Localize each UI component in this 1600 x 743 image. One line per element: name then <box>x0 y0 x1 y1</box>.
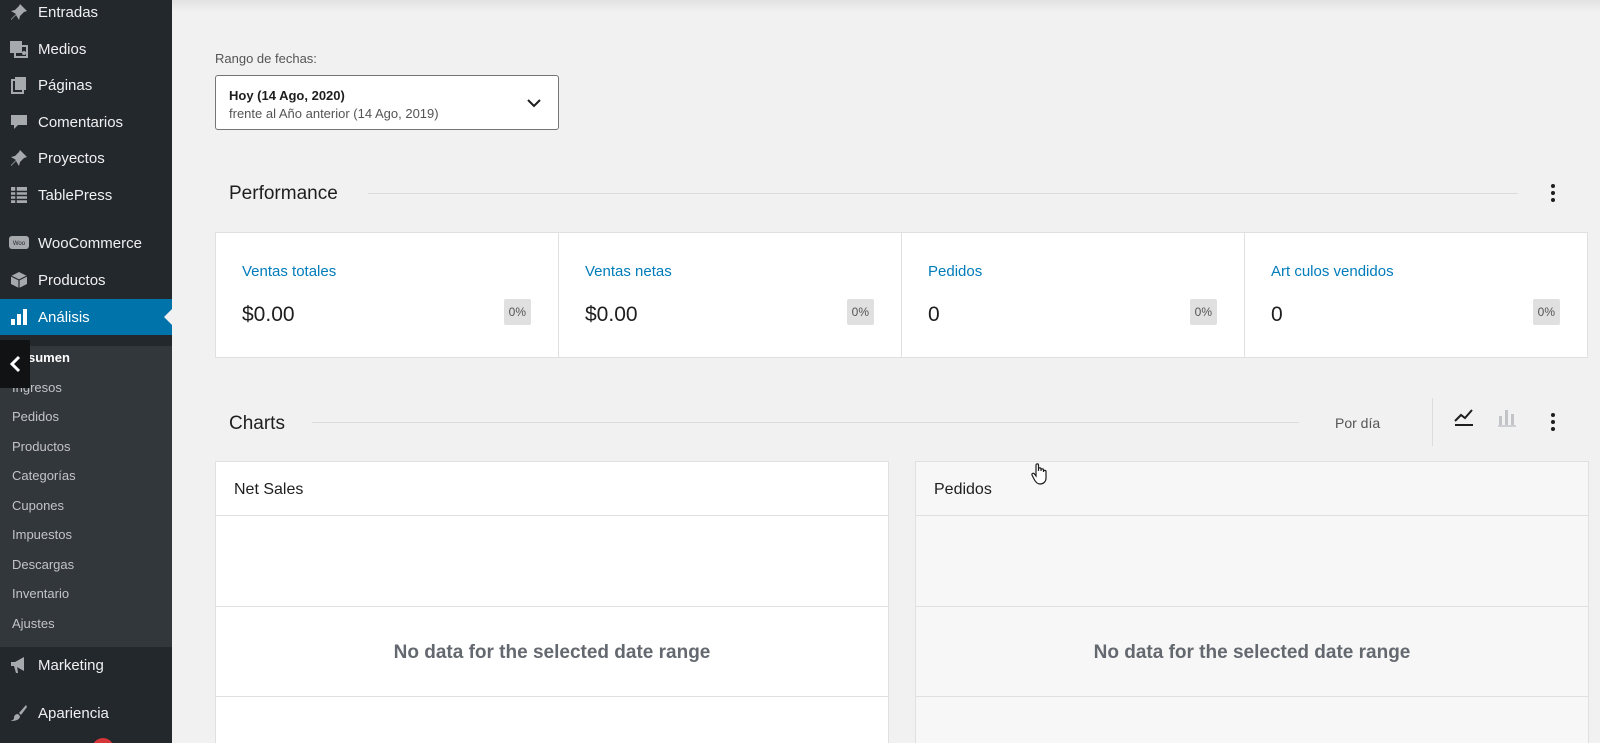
submenu-descargas[interactable]: Descargas <box>12 557 74 572</box>
pin-icon <box>8 148 30 168</box>
date-range-label: Rango de fechas: <box>215 51 317 66</box>
brush-icon <box>8 703 30 723</box>
submenu-pedidos[interactable]: Pedidos <box>12 409 59 424</box>
performance-menu-icon[interactable] <box>1543 181 1563 205</box>
pin-icon <box>8 2 30 22</box>
performance-title: Performance <box>229 183 338 204</box>
media-icon <box>8 39 30 59</box>
menu-label: Medios <box>38 40 87 58</box>
menu-label: Análisis <box>38 308 90 326</box>
menu-proyectos[interactable]: Proyectos <box>0 140 172 176</box>
menu-label: Productos <box>38 271 106 289</box>
perf-card-ventas-netas[interactable]: Ventas netas $0.00 0% <box>559 233 902 357</box>
top-shadow <box>172 0 1600 12</box>
charts-menu-icon[interactable] <box>1543 410 1563 434</box>
svg-text:Woo: Woo <box>13 241 26 247</box>
pages-icon <box>8 75 30 95</box>
menu-label: Apariencia <box>38 704 109 722</box>
chart-card-net-sales: Net Sales No data for the selected date … <box>215 461 889 743</box>
menu-label: Entradas <box>38 3 99 21</box>
line-chart-icon <box>1454 409 1473 426</box>
menu-label: Marketing <box>38 656 104 674</box>
interval-select[interactable]: Por día <box>1335 415 1380 431</box>
menu-label: WooCommerce <box>38 234 142 252</box>
menu-medios[interactable]: Medios <box>0 31 172 67</box>
perf-card-label: Ventas totales <box>242 263 337 280</box>
perf-card-label: Pedidos <box>928 263 983 280</box>
admin-sidebar: Entradas Medios Páginas Comentarios Proy… <box>0 0 172 743</box>
menu-tablepress[interactable]: TablePress <box>0 177 172 213</box>
menu-entradas[interactable]: Entradas <box>0 0 172 30</box>
perf-card-delta-badge: 0% <box>1189 299 1217 325</box>
submenu-impuestos[interactable]: Impuestos <box>12 527 72 542</box>
table-icon <box>8 185 30 205</box>
perf-card-value: 0 <box>1271 303 1283 326</box>
chart-card-separator <box>216 515 888 516</box>
megaphone-icon <box>8 655 30 675</box>
chart-gridline <box>216 696 888 697</box>
chart-card-pedidos: Pedidos No data for the selected date ra… <box>915 461 1589 743</box>
bar-chart-button[interactable] <box>1492 402 1522 432</box>
line-chart-button[interactable] <box>1449 402 1479 432</box>
perf-card-value: $0.00 <box>242 303 295 326</box>
menu-apariencia[interactable]: Apariencia <box>0 695 172 731</box>
comment-icon <box>8 112 30 132</box>
date-range-secondary: frente al Año anterior (14 Ago, 2019) <box>229 106 439 121</box>
bar-chart-icon <box>1498 410 1516 427</box>
active-indicator <box>164 309 172 325</box>
submenu-ajustes[interactable]: Ajustes <box>12 616 55 631</box>
submenu-inventario[interactable]: Inventario <box>12 586 69 601</box>
section-divider <box>368 193 1518 194</box>
menu-comentarios[interactable]: Comentarios <box>0 104 172 140</box>
submenu-productos[interactable]: Productos <box>12 439 71 454</box>
perf-card-label: Art culos vendidos <box>1271 263 1394 280</box>
chart-card-title: Pedidos <box>934 481 992 498</box>
date-range-primary: Hoy (14 Ago, 2020) <box>229 88 345 103</box>
notification-badge <box>92 738 114 743</box>
submenu-categorias[interactable]: Categorías <box>12 468 76 483</box>
menu-label: Comentarios <box>38 113 124 131</box>
performance-cards: Ventas totales $0.00 0% Ventas netas $0.… <box>215 232 1588 358</box>
chevron-down-icon <box>526 95 542 116</box>
section-divider <box>312 422 1299 423</box>
submenu-resumen[interactable]: sumen <box>28 350 70 365</box>
hand-cursor-icon <box>1030 462 1050 491</box>
menu-label: Proyectos <box>38 149 105 167</box>
menu-woocommerce[interactable]: Woo WooCommerce <box>0 225 172 261</box>
perf-card-delta-badge: 0% <box>503 299 531 325</box>
perf-card-delta-badge: 0% <box>1532 299 1560 325</box>
box-icon <box>8 270 30 290</box>
charts-title: Charts <box>229 413 285 434</box>
perf-card-value: 0 <box>928 303 940 326</box>
chart-gridline <box>916 696 1588 697</box>
menu-paginas[interactable]: Páginas <box>0 67 172 103</box>
chart-empty-message: No data for the selected date range <box>393 642 711 663</box>
chart-card-separator <box>916 515 1588 516</box>
bar-chart-icon <box>8 307 30 327</box>
menu-analisis[interactable]: Análisis <box>0 299 172 335</box>
chart-gridline <box>216 606 888 607</box>
perf-card-value: $0.00 <box>585 303 638 326</box>
perf-card-delta-badge: 0% <box>846 299 874 325</box>
chevron-left-icon <box>9 355 21 373</box>
menu-label: TablePress <box>38 186 113 204</box>
collapse-menu-button[interactable] <box>0 340 30 388</box>
perf-card-articulos-vendidos[interactable]: Art culos vendidos 0 0% <box>1245 233 1587 357</box>
perf-card-pedidos[interactable]: Pedidos 0 0% <box>902 233 1245 357</box>
perf-card-label: Ventas netas <box>585 263 672 280</box>
chart-empty-message: No data for the selected date range <box>1093 642 1411 663</box>
perf-card-ventas-totales[interactable]: Ventas totales $0.00 0% <box>216 233 559 357</box>
menu-label: Páginas <box>38 76 93 94</box>
chart-card-title: Net Sales <box>234 481 304 498</box>
chart-gridline <box>916 606 1588 607</box>
submenu-cupones[interactable]: Cupones <box>12 498 64 513</box>
menu-marketing[interactable]: Marketing <box>0 647 172 683</box>
woo-icon: Woo <box>8 233 30 253</box>
date-range-select[interactable]: Hoy (14 Ago, 2020) frente al Año anterio… <box>215 75 559 130</box>
controls-divider <box>1432 398 1433 446</box>
menu-productos[interactable]: Productos <box>0 262 172 298</box>
analisis-submenu: sumen Ingresos Pedidos Productos Categor… <box>0 346 172 647</box>
